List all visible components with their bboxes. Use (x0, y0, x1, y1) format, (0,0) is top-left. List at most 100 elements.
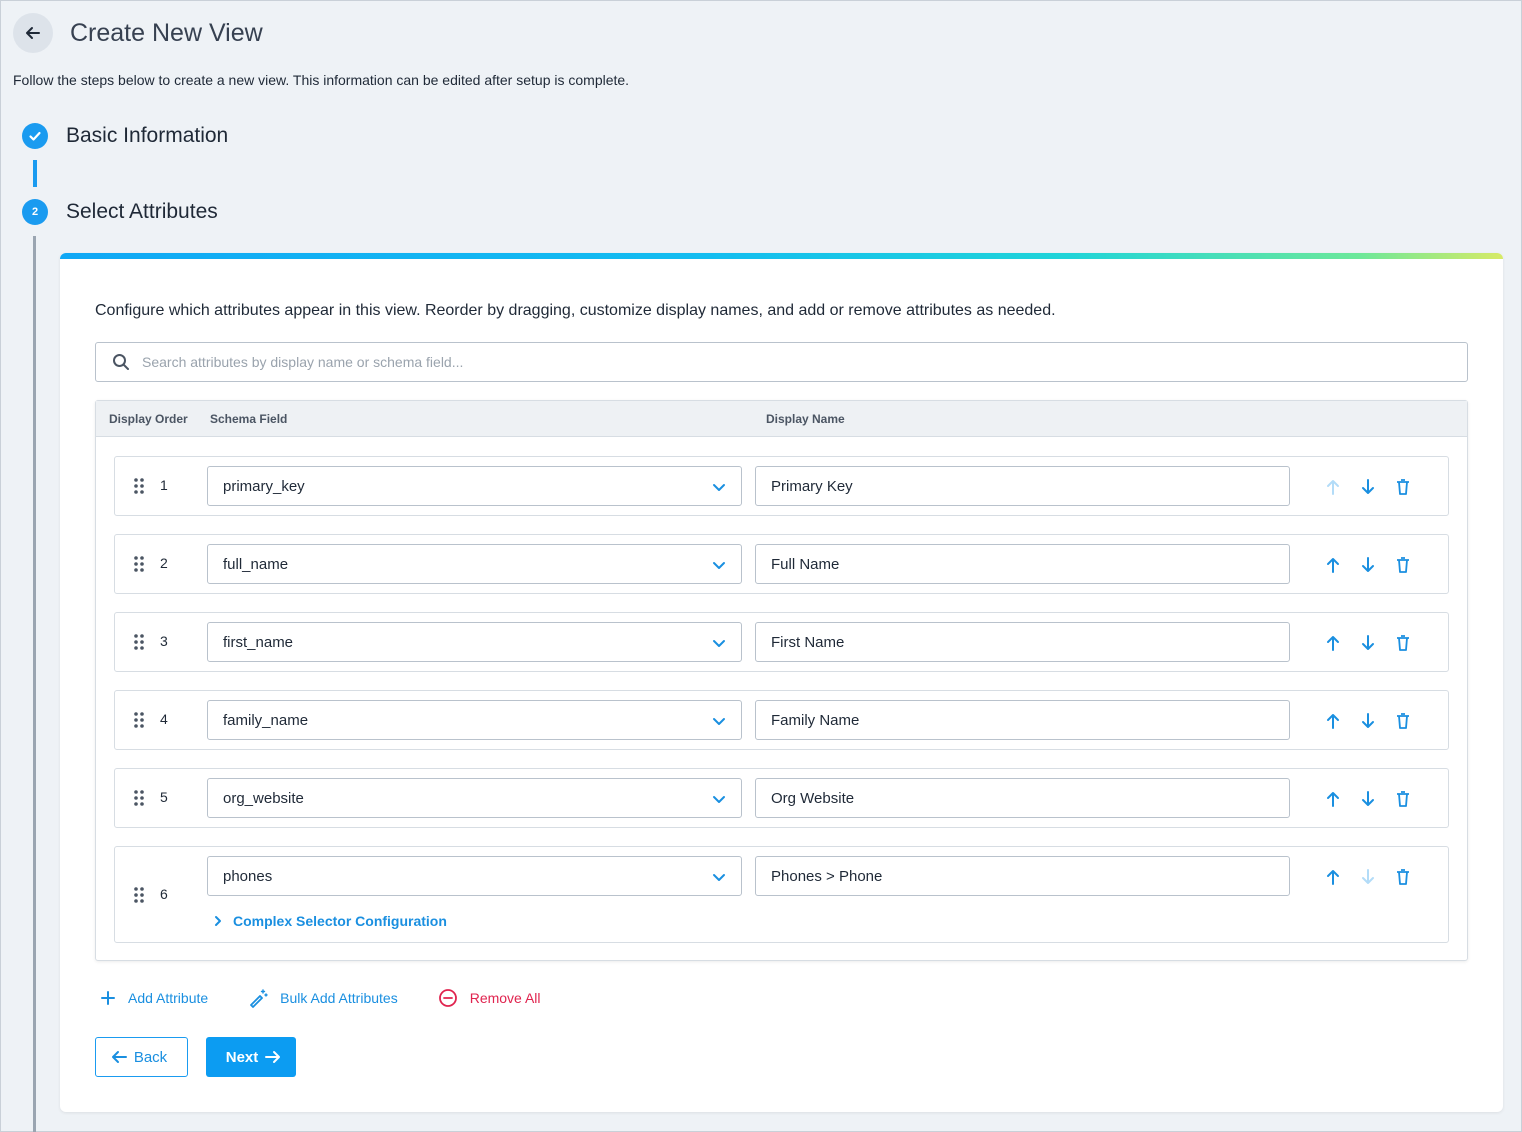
schema-field-value: org_website (223, 789, 304, 807)
move-up-button[interactable] (1323, 711, 1343, 731)
table-row: 4 family_name Family Name (114, 690, 1449, 750)
minus-circle-icon (438, 989, 457, 1007)
schema-field-value: phones (223, 867, 273, 885)
schema-field-select[interactable]: org_website (207, 778, 742, 818)
step-number: 2 (22, 199, 48, 225)
display-name-input[interactable]: Family Name (755, 700, 1290, 740)
display-order: 5 (160, 789, 168, 805)
attribute-search[interactable] (95, 342, 1468, 382)
row-actions (1323, 789, 1413, 809)
arrow-right-icon (265, 1051, 281, 1063)
chevron-down-icon (713, 562, 725, 569)
display-name-input[interactable]: Phones > Phone (755, 856, 1290, 896)
header-schema-field: Schema Field (210, 412, 288, 426)
page-header: Create New View (13, 13, 263, 53)
trash-icon (1397, 557, 1409, 573)
remove-all-button[interactable]: Remove All (438, 988, 541, 1008)
schema-field-select[interactable]: full_name (207, 544, 742, 584)
move-up-button[interactable] (1323, 867, 1343, 887)
bulk-add-label: Bulk Add Attributes (280, 990, 398, 1006)
select-attributes-card: Configure which attributes appear in thi… (60, 253, 1503, 1112)
delete-row-button[interactable] (1393, 477, 1413, 497)
move-up-button[interactable] (1323, 477, 1343, 497)
display-name-input[interactable]: Primary Key (755, 466, 1290, 506)
schema-field-select[interactable]: primary_key (207, 466, 742, 506)
trash-icon (1397, 479, 1409, 495)
move-down-button[interactable] (1358, 867, 1378, 887)
back-arrow-button[interactable] (13, 13, 53, 53)
search-input[interactable] (142, 354, 1467, 370)
display-order: 2 (160, 555, 168, 571)
row-actions (1323, 711, 1413, 731)
back-label: Back (133, 1048, 168, 1066)
schema-field-select[interactable]: first_name (207, 622, 742, 662)
move-down-button[interactable] (1358, 477, 1378, 497)
move-down-button[interactable] (1358, 711, 1378, 731)
move-down-button[interactable] (1358, 789, 1378, 809)
display-name-value: Family Name (771, 711, 860, 729)
delete-row-button[interactable] (1393, 633, 1413, 653)
trash-icon (1397, 791, 1409, 807)
table-row: 1 primary_key Primary Key (114, 456, 1449, 516)
page-title: Create New View (70, 18, 263, 47)
display-name-input[interactable]: First Name (755, 622, 1290, 662)
display-name-input[interactable]: Org Website (755, 778, 1290, 818)
header-display-name: Display Name (766, 412, 845, 426)
arrow-left-icon (26, 27, 40, 39)
add-attribute-button[interactable]: Add Attribute (100, 990, 208, 1006)
card-description: Configure which attributes appear in thi… (95, 302, 1056, 319)
drag-handle-icon[interactable] (134, 712, 144, 733)
delete-row-button[interactable] (1393, 555, 1413, 575)
chevron-down-icon (713, 874, 725, 881)
bulk-add-attributes-button[interactable]: Bulk Add Attributes (248, 988, 398, 1008)
complex-selector-toggle[interactable]: Complex Selector Configuration (213, 913, 447, 929)
arrow-up-icon (1327, 714, 1339, 729)
move-up-button[interactable] (1323, 789, 1343, 809)
move-up-button[interactable] (1323, 555, 1343, 575)
table-row: 2 full_name Full Name (114, 534, 1449, 594)
arrow-down-icon (1362, 479, 1374, 494)
step-select-attributes[interactable]: 2 Select Attributes (22, 199, 218, 225)
next-button[interactable]: Next (206, 1037, 296, 1077)
delete-row-button[interactable] (1393, 867, 1413, 887)
attributes-table: Display Order Schema Field Display Name … (95, 400, 1468, 961)
arrow-up-icon (1327, 792, 1339, 807)
move-up-button[interactable] (1323, 633, 1343, 653)
delete-row-button[interactable] (1393, 789, 1413, 809)
attribute-actions: Add Attribute Bulk Add Attributes Remove… (100, 988, 541, 1008)
delete-row-button[interactable] (1393, 711, 1413, 731)
next-label: Next (225, 1048, 259, 1066)
drag-handle-icon[interactable] (134, 790, 144, 811)
schema-field-select[interactable]: phones (207, 856, 742, 896)
drag-handle-icon[interactable] (134, 634, 144, 655)
arrow-up-icon (1327, 636, 1339, 651)
table-row: 5 org_website Org Website (114, 768, 1449, 828)
display-name-input[interactable]: Full Name (755, 544, 1290, 584)
drag-handle-icon[interactable] (134, 556, 144, 577)
header-display-order: Display Order (109, 412, 188, 426)
display-name-value: Phones > Phone (771, 867, 883, 885)
search-icon (113, 354, 129, 370)
remove-all-label: Remove All (469, 990, 541, 1006)
schema-field-value: full_name (223, 555, 289, 573)
page-subtitle: Follow the steps below to create a new v… (13, 72, 630, 88)
schema-field-value: primary_key (223, 477, 305, 495)
step-connector (33, 236, 36, 1132)
step-basic-information[interactable]: Basic Information (22, 123, 228, 149)
drag-handle-icon[interactable] (134, 887, 144, 908)
step-complete-check-icon (22, 123, 48, 149)
back-button[interactable]: Back (95, 1037, 188, 1077)
arrow-left-icon (111, 1051, 127, 1063)
row-actions (1323, 867, 1413, 887)
card-gradient-bar (60, 253, 1503, 259)
move-down-button[interactable] (1358, 555, 1378, 575)
arrow-down-icon (1362, 635, 1374, 650)
row-actions (1323, 555, 1413, 575)
step-label: Basic Information (66, 124, 229, 147)
arrow-up-icon (1327, 870, 1339, 885)
schema-field-select[interactable]: family_name (207, 700, 742, 740)
arrow-up-icon (1327, 558, 1339, 573)
display-name-value: First Name (771, 633, 845, 651)
drag-handle-icon[interactable] (134, 478, 144, 499)
move-down-button[interactable] (1358, 633, 1378, 653)
